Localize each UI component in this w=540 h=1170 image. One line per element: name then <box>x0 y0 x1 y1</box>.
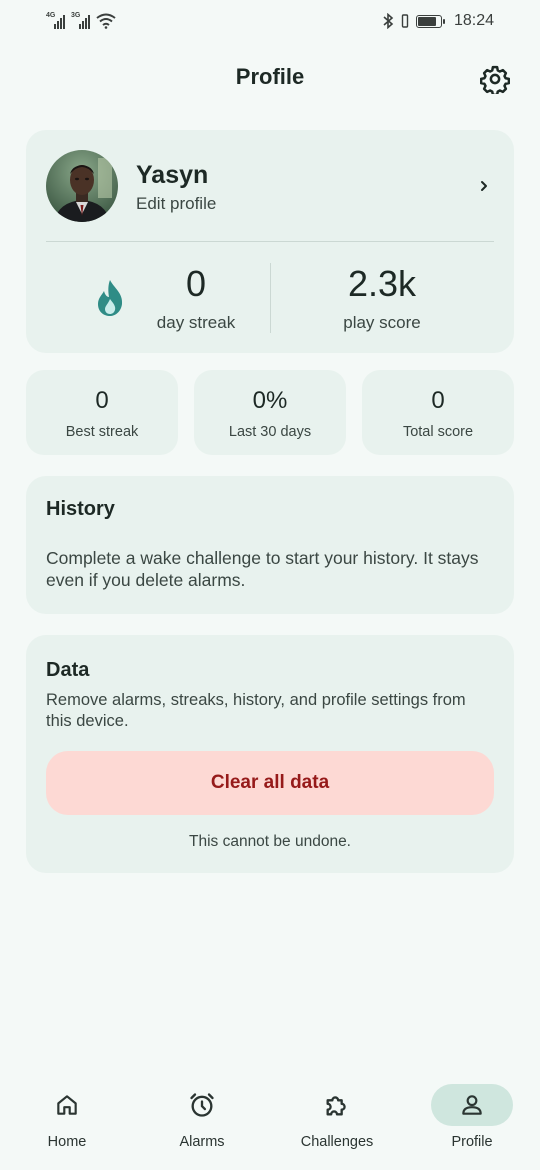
total-score-card: 0 Total score <box>362 370 514 455</box>
best-streak-label: Best streak <box>65 424 139 440</box>
total-score-label: Total score <box>402 424 474 440</box>
signal-tag: 4G <box>46 12 56 19</box>
cell-signal-icon: 4G <box>46 12 65 29</box>
status-left: 4G 3G <box>46 12 116 29</box>
data-card: Data Remove alarms, streaks, history, an… <box>26 635 514 873</box>
avatar <box>46 150 118 222</box>
stat-divider <box>270 263 271 333</box>
streak-stat: 0 day streak <box>146 261 246 333</box>
nav-challenges-icon-wrap <box>296 1084 378 1126</box>
nav-home[interactable]: Home <box>12 1074 122 1170</box>
streak-label: day streak <box>156 313 236 332</box>
status-right: 18:24 <box>382 12 494 30</box>
page-title: Profile <box>235 64 305 89</box>
last-30-days-label: Last 30 days <box>228 424 312 440</box>
data-description: Remove alarms, streaks, history, and pro… <box>46 691 466 730</box>
history-title: History <box>46 498 115 520</box>
user-icon <box>462 1095 482 1115</box>
nav-home-icon-wrap <box>26 1084 108 1126</box>
nav-profile-label: Profile <box>451 1134 493 1150</box>
streak-value: 0 <box>185 263 207 304</box>
status-bar: 4G 3G 18:24 <box>0 0 540 42</box>
edit-profile-label: Edit profile <box>136 193 217 213</box>
history-text: Complete a wake challenge to start your … <box>46 548 479 590</box>
puzzle-icon <box>326 1096 346 1116</box>
data-title: Data <box>46 659 90 681</box>
bottom-nav: Home Alarms Challenges Profile <box>0 1074 540 1170</box>
nav-challenges-label: Challenges <box>300 1134 374 1150</box>
nav-alarms[interactable]: Alarms <box>147 1074 257 1170</box>
cell-signal-icon: 3G <box>71 12 90 29</box>
nav-profile[interactable]: Profile <box>417 1074 527 1170</box>
history-card: History Complete a wake challenge to sta… <box>26 476 514 614</box>
nav-challenges[interactable]: Challenges <box>282 1074 392 1170</box>
last-30-days-value: 0% <box>252 387 288 414</box>
status-time: 18:24 <box>453 12 494 29</box>
chevron-right-icon <box>481 181 487 191</box>
clear-all-data-button[interactable]: Clear all data <box>46 751 494 815</box>
play-score-label: play score <box>343 313 421 332</box>
signal-tag: 3G <box>71 12 81 19</box>
profile-text: Yasyn Edit profile <box>136 159 474 214</box>
divider <box>46 241 494 242</box>
best-streak-value: 0 <box>95 387 109 414</box>
wifi-icon <box>96 13 116 29</box>
nav-profile-icon-wrap <box>431 1084 513 1126</box>
battery-icon <box>415 14 445 28</box>
profile-name: Yasyn <box>136 160 209 189</box>
play-score-stat: 2.3k play score <box>296 261 468 333</box>
flame-icon <box>98 280 123 316</box>
bluetooth-icon <box>383 13 394 29</box>
stats-row: 0 day streak 2.3k play score <box>26 255 514 335</box>
vibrate-icon <box>401 14 409 28</box>
play-score-value: 2.3k <box>347 263 417 304</box>
gear-icon <box>479 65 511 97</box>
nav-alarms-label: Alarms <box>179 1134 225 1150</box>
settings-button[interactable] <box>479 64 511 97</box>
profile-card: Yasyn Edit profile 0 day streak 2.3k pla… <box>26 130 514 353</box>
nav-alarms-icon-wrap <box>161 1084 243 1126</box>
edit-profile-row[interactable]: Yasyn Edit profile <box>46 150 494 222</box>
home-icon <box>57 1095 77 1115</box>
undo-warning: This cannot be undone. <box>188 833 351 850</box>
app-header: Profile <box>0 56 540 102</box>
alarm-clock-icon <box>190 1093 214 1117</box>
total-score-value: 0 <box>431 387 445 414</box>
best-streak-card: 0 Best streak <box>26 370 178 455</box>
nav-home-label: Home <box>47 1134 87 1150</box>
last-30-days-card: 0% Last 30 days <box>194 370 346 455</box>
